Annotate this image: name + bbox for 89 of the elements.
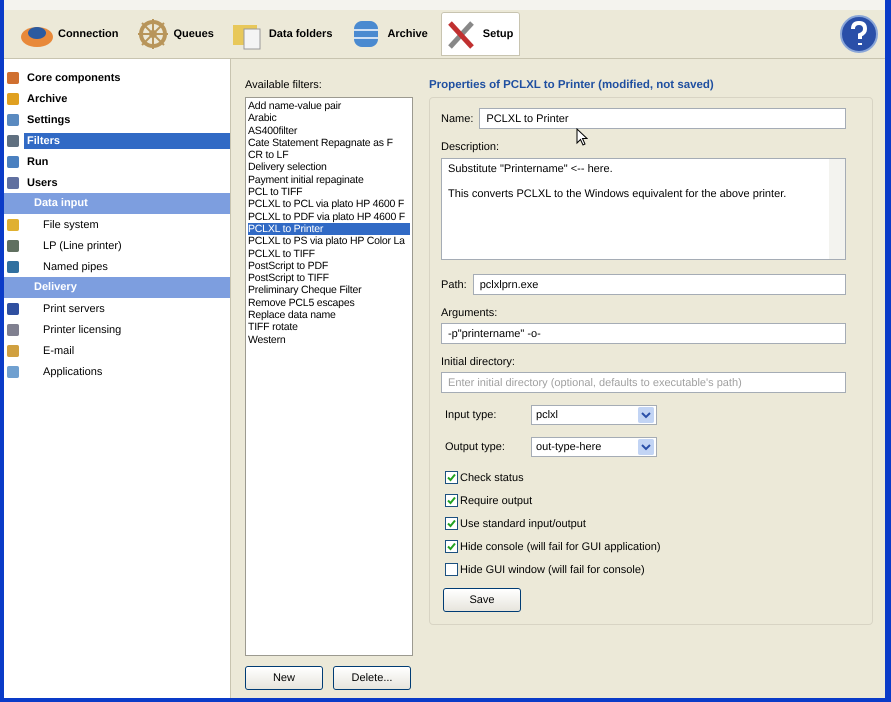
filters-label: Available filters: — [245, 79, 323, 91]
arguments-label: Arguments: — [441, 307, 498, 319]
sidebar-item[interactable]: Core components — [24, 70, 230, 86]
sidebar-item[interactable]: Print servers — [40, 300, 230, 316]
mouse-pointer-icon — [576, 128, 588, 146]
sidebar-item-icon — [6, 218, 20, 232]
sidebar-item-icon — [6, 238, 20, 252]
filter-item[interactable]: Arabic — [248, 112, 410, 125]
description-text: This converts PCLXL to the Windows equivalent for the above printer. — [448, 188, 788, 200]
filter-item[interactable]: Payment initial repaginate — [248, 174, 410, 186]
save-button[interactable]: Save — [443, 588, 521, 612]
filter-item[interactable]: Replace data name — [248, 309, 410, 322]
new-button[interactable]: New — [245, 666, 323, 690]
toolbar-tab[interactable]: Setup — [440, 12, 520, 56]
checkbox-label: Use standard input/output — [460, 518, 586, 530]
dropdown-label: Output type: — [445, 441, 506, 453]
sidebar-item[interactable]: Users — [24, 174, 230, 190]
filter-item[interactable]: PostScript to PDF — [248, 260, 410, 272]
filter-item[interactable]: PCL to TIFF — [248, 186, 410, 198]
checkbox-label: Hide console (will fail for GUI application) — [460, 540, 661, 552]
checkbox[interactable] — [445, 517, 458, 530]
sidebar-item[interactable]: Filters — [24, 132, 230, 148]
description-text: Substitute "Printername" <-- here. — [448, 163, 614, 175]
sidebar-item[interactable]: LP (Line printer) — [40, 238, 230, 254]
sidebar-item[interactable]: Run — [24, 154, 230, 170]
sidebar-item-icon — [6, 322, 20, 336]
path-field[interactable]: pclxlprn.exe — [472, 274, 846, 295]
sidebar-item-icon — [6, 134, 20, 148]
filter-item[interactable]: PCLXL to PDF via plato HP 4600 F — [248, 210, 410, 223]
checkbox[interactable] — [445, 494, 458, 507]
sidebar-item-icon — [6, 176, 20, 190]
sidebar-section-header: Delivery — [4, 277, 230, 298]
sidebar-item[interactable]: Applications — [40, 364, 230, 380]
path-label: Path: — [441, 278, 467, 290]
filter-item[interactable]: PostScript to TIFF — [248, 272, 410, 284]
arguments-field[interactable]: -p"printername" -o- — [441, 323, 846, 344]
checkbox[interactable] — [445, 563, 458, 576]
checkbox-label: Hide GUI window (will fail for console) — [460, 564, 645, 576]
type-dropdown[interactable]: out-type-here — [531, 437, 657, 457]
scrollbar[interactable] — [829, 159, 845, 259]
filter-item[interactable]: PCLXL to PCL via plato HP 4600 F — [248, 198, 410, 211]
sidebar-section-header: Data input — [4, 193, 230, 214]
filter-item[interactable]: AS400filter — [248, 124, 410, 137]
initial-directory-label: Initial directory: — [441, 356, 515, 368]
sidebar-item-icon — [6, 154, 20, 168]
sidebar-item[interactable]: E-mail — [40, 342, 230, 358]
filter-item[interactable]: TIFF rotate — [248, 321, 410, 334]
checkbox[interactable] — [445, 540, 458, 553]
sidebar-item[interactable]: Printer licensing — [40, 322, 230, 338]
sidebar-item[interactable]: Settings — [24, 112, 230, 128]
sidebar-item-icon — [6, 344, 20, 358]
filter-item[interactable]: CR to LF — [248, 149, 410, 162]
sidebar-item[interactable]: Named pipes — [40, 258, 230, 274]
filter-item[interactable]: PCLXL to Printer — [248, 222, 410, 236]
filter-item[interactable]: Preliminary Cheque Filter — [248, 284, 410, 297]
sidebar-item-icon — [6, 70, 20, 84]
type-dropdown[interactable]: pclxl — [531, 405, 657, 425]
initial-directory-field[interactable]: Enter initial directory (optional, defaults to executable's path) — [441, 372, 846, 393]
sidebar-item-icon — [6, 92, 20, 106]
filter-item[interactable]: Add name-value pair — [248, 100, 410, 112]
delete-button[interactable]: Delete... — [333, 666, 411, 690]
help-icon[interactable] — [839, 14, 879, 54]
sidebar-item-icon — [6, 364, 20, 378]
filter-item[interactable]: Remove PCL5 escapes — [248, 296, 410, 310]
sidebar-item[interactable]: File system — [40, 216, 230, 232]
caret-icon — [638, 407, 654, 423]
sidebar-item-icon — [6, 302, 20, 316]
toolbar-tab[interactable]: Connection — [16, 12, 126, 56]
toolbar-tab[interactable]: Queues — [132, 12, 221, 56]
checkbox[interactable] — [445, 471, 458, 484]
toolbar-tab[interactable]: Archive — [345, 12, 435, 56]
filter-item[interactable]: Western — [248, 334, 410, 346]
filter-item[interactable]: Cate Statement Repagnate as F — [248, 136, 410, 150]
filter-item[interactable]: Delivery selection — [248, 161, 410, 174]
filter-item[interactable]: PCLXL to TIFF — [248, 248, 410, 260]
checkbox-label: Require output — [460, 494, 532, 506]
name-field[interactable]: PCLXL to Printer — [479, 108, 846, 129]
sidebar-item[interactable]: Archive — [24, 90, 230, 106]
dropdown-label: Input type: — [445, 409, 498, 421]
caret-icon — [638, 439, 654, 455]
name-label: Name: — [441, 112, 474, 124]
description-field[interactable]: Substitute "Printername" <-- here. This converts PCLXL to the Windows equivalent for the above printer. — [441, 158, 846, 260]
toolbar-tab[interactable]: Data folders — [226, 12, 340, 56]
sidebar-item-icon — [6, 112, 20, 126]
filter-item[interactable]: PCLXL to PS via plato HP Color La — [248, 235, 410, 248]
checkbox-label: Check status — [460, 472, 524, 484]
properties-title: Properties of PCLXL to Printer (modified, not saved) — [429, 79, 715, 91]
sidebar-item-icon — [6, 260, 20, 274]
description-label: Description: — [441, 141, 500, 153]
